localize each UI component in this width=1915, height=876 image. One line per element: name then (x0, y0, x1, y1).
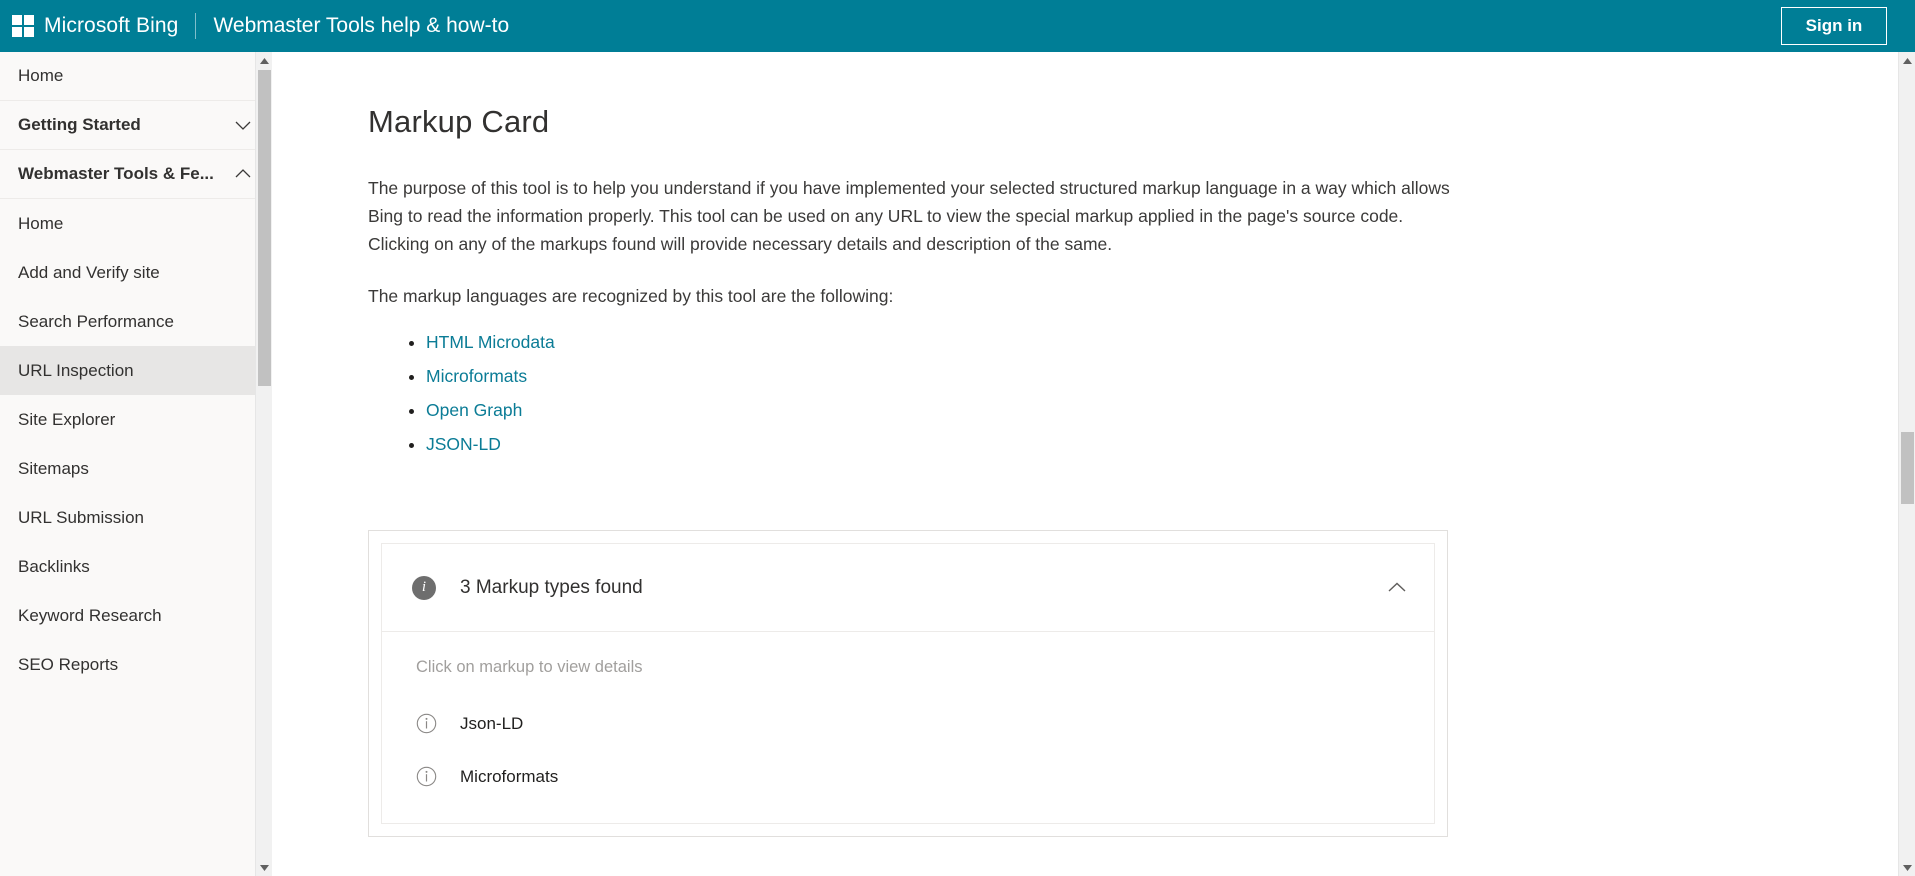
markup-row-list: Json-LD Microformats (412, 707, 1404, 813)
sidebar-item-label: URL Inspection (18, 360, 134, 380)
info-outline-icon (416, 766, 437, 787)
sidebar-item-sitemaps[interactable]: Sitemaps (0, 444, 272, 493)
scroll-down-arrow-icon[interactable] (256, 859, 272, 876)
brand-logo-group[interactable]: Microsoft Bing (12, 14, 178, 38)
info-filled-icon: i (412, 575, 436, 600)
sidebar-item-label: Webmaster Tools & Fe... (18, 164, 214, 183)
sidebar-item-label: Keyword Research (18, 605, 162, 625)
header-divider (195, 13, 197, 39)
page-scroll-thumb[interactable] (1901, 432, 1914, 504)
sidebar-item-keyword-research[interactable]: Keyword Research (0, 591, 272, 640)
sidebar-item-seo-reports[interactable]: SEO Reports (0, 640, 272, 689)
markup-link-item: JSON-LD (426, 430, 1452, 458)
sidebar-scroll-thumb[interactable] (258, 70, 271, 386)
markup-type-label: Json-LD (460, 713, 524, 733)
site-title: Webmaster Tools help & how-to (213, 14, 510, 37)
page-scroll-up-arrow-icon[interactable] (1899, 52, 1915, 69)
chevron-down-icon[interactable] (234, 116, 252, 134)
markup-link-item: HTML Microdata (426, 328, 1452, 356)
brand-name: Microsoft Bing (44, 14, 179, 37)
left-sidebar: Home Getting Started Webmaster Tools & Fe.… (0, 52, 272, 876)
markup-link-item: Open Graph (426, 396, 1452, 424)
markup-results-card: i 3 Markup types found Click on markup t… (368, 530, 1448, 837)
markup-link[interactable]: Microformats (426, 366, 527, 386)
sidebar-item-add-and-verify-site[interactable]: Add and Verify site (0, 248, 272, 297)
main-content: Markup Card The purpose of this tool is … (272, 52, 1915, 876)
markup-card-heading: 3 Markup types found (460, 576, 643, 598)
intro-paragraph: The purpose of this tool is to help you … (368, 178, 1450, 254)
markup-languages-paragraph: The markup languages are recognized by t… (368, 286, 894, 306)
sidebar-item-label: Sitemaps (18, 458, 89, 478)
markup-type-row[interactable]: Json-LD (412, 707, 1404, 760)
sidebar-item-url-inspection[interactable]: URL Inspection (0, 346, 272, 395)
markup-link-item: Microformats (426, 362, 1452, 390)
sidebar-item-label: Getting Started (18, 115, 141, 134)
sidebar-item-label: Home (18, 213, 64, 233)
chevron-up-icon[interactable] (1386, 577, 1408, 599)
sidebar-item-label: URL Submission (18, 507, 144, 527)
sidebar-item-backlinks[interactable]: Backlinks (0, 542, 272, 591)
sidebar-item-home[interactable]: Home (0, 199, 272, 248)
markup-type-label: Microformats (460, 766, 559, 786)
sidebar-item-label: Site Explorer (18, 409, 116, 429)
markup-link[interactable]: Open Graph (426, 400, 522, 420)
sidebar-item-label: Add and Verify site (18, 262, 160, 282)
microsoft-squares-logo-icon (12, 15, 34, 37)
markup-card-header[interactable]: i 3 Markup types found (382, 544, 1434, 632)
markup-language-link-list: HTML Microdata Microformats Open Graph JSON… (368, 328, 1452, 458)
sidebar-item-url-submission[interactable]: URL Submission (0, 493, 272, 542)
page-body: Home Getting Started Webmaster Tools & Fe.… (0, 52, 1915, 876)
sidebar-item-label: SEO Reports (18, 654, 119, 674)
page-scrollbar[interactable] (1898, 52, 1915, 876)
markup-link[interactable]: HTML Microdata (426, 332, 555, 352)
page-title: Markup Card (368, 104, 550, 139)
markup-type-row[interactable]: Microformats (412, 760, 1404, 813)
sidebar-item-home[interactable]: Home (0, 52, 272, 101)
top-header: Microsoft Bing Webmaster Tools help & ho… (0, 0, 1915, 52)
markup-link[interactable]: JSON-LD (426, 434, 501, 454)
markup-card-hint: Click on markup to view details (416, 658, 643, 676)
page-scroll-down-arrow-icon[interactable] (1899, 859, 1915, 876)
sidebar-scrollbar[interactable] (255, 52, 272, 876)
chevron-up-icon[interactable] (234, 165, 252, 183)
markup-card-body: Click on markup to view details Json-LD M… (382, 632, 1434, 823)
sidebar-item-search-performance[interactable]: Search Performance (0, 297, 272, 346)
sidebar-item-site-explorer[interactable]: Site Explorer (0, 395, 272, 444)
scroll-up-arrow-icon[interactable] (256, 52, 272, 69)
sidebar-item-getting-started[interactable]: Getting Started (0, 101, 272, 150)
sidebar-item-label: Home (18, 66, 64, 85)
sidebar-item-webmaster-tools-fe[interactable]: Webmaster Tools & Fe... (0, 150, 272, 199)
info-outline-icon (416, 713, 437, 734)
sidebar-item-label: Search Performance (18, 311, 174, 331)
sidebar-item-label: Backlinks (18, 556, 90, 576)
sidebar-nav-list: Home Getting Started Webmaster Tools & Fe.… (0, 52, 272, 689)
sign-in-button[interactable]: Sign in (1781, 7, 1887, 45)
markup-results-card-inner: i 3 Markup types found Click on markup t… (381, 543, 1435, 824)
